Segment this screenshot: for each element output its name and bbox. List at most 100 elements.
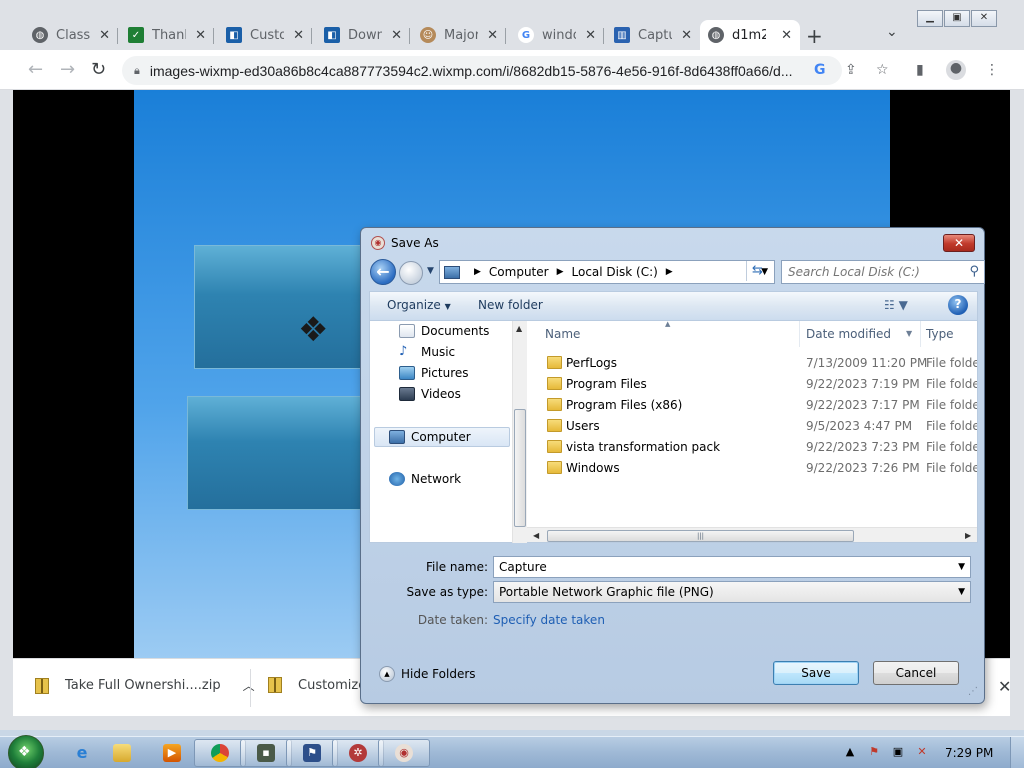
new-tab-plus-icon[interactable]: +	[806, 24, 823, 48]
nav-documents[interactable]: Documents	[399, 324, 489, 338]
taskbar-app-1[interactable]: ▪	[240, 739, 292, 767]
taskbar-media-player[interactable]: ▶	[146, 739, 198, 767]
save-button[interactable]: Save	[773, 661, 859, 685]
nav-scrollbar[interactable]: ▲	[512, 321, 527, 543]
breadcrumb-arrow-icon[interactable]: ▶	[557, 267, 564, 277]
change-view-icon[interactable]: ☷ ▼	[884, 298, 908, 312]
taskbar-app-2[interactable]: ⚑	[286, 739, 338, 767]
download-item-1[interactable]: Customizer	[268, 677, 372, 693]
tab-0[interactable]: ◍ Classic ✕	[24, 20, 118, 50]
url-text[interactable]: images-wixmp-ed30a86b8c4ca887773594c2.wi…	[150, 63, 810, 79]
tab-6[interactable]: ▥ Captu ✕	[606, 20, 700, 50]
volume-muted-icon[interactable]: ✕	[914, 745, 930, 759]
google-lens-icon[interactable]: G	[814, 62, 826, 78]
share-icon[interactable]: ⇪	[845, 62, 857, 78]
nav-scroll-thumb[interactable]	[514, 409, 526, 527]
tab-close-icon[interactable]: ✕	[681, 28, 692, 43]
file-row[interactable]: vista transformation pack 9/22/2023 7:23…	[527, 437, 977, 458]
tab-3[interactable]: ◧ Down ✕	[316, 20, 410, 50]
back-arrow-icon[interactable]: ←	[370, 259, 396, 285]
back-arrow-icon[interactable]: ←	[28, 59, 43, 80]
tab-close-icon[interactable]: ✕	[195, 28, 206, 43]
tab-close-icon[interactable]: ✕	[391, 28, 402, 43]
tab-close-icon[interactable]: ✕	[293, 28, 304, 43]
file-name-input[interactable]	[499, 560, 939, 574]
chevron-down-icon[interactable]: ▼	[958, 557, 965, 577]
address-bar[interactable]: 🔒︎ images-wixmp-ed30a86b8c4ca887773594c2…	[122, 56, 842, 85]
tab-2[interactable]: ◧ Custo ✕	[218, 20, 312, 50]
forward-arrow-icon[interactable]: →	[60, 59, 75, 80]
horizontal-scrollbar[interactable]: ◀ ||| ▶	[527, 527, 977, 542]
hide-folders-button[interactable]: ▲ Hide Folders	[379, 666, 476, 682]
column-header-date[interactable]: Date modified	[806, 327, 891, 341]
tab-close-icon[interactable]: ✕	[99, 28, 110, 43]
scroll-right-arrow-icon[interactable]: ▶	[965, 531, 971, 540]
download-item-0[interactable]: Take Full Ownershi....zip ︿	[35, 677, 255, 694]
file-row[interactable]: Windows 9/22/2023 7:26 PM File folder	[527, 458, 977, 479]
tab-4[interactable]: ☺ Major ✕	[412, 20, 506, 50]
file-row[interactable]: Users 9/5/2023 4:47 PM File folder	[527, 416, 977, 437]
breadcrumb-local-disk[interactable]: Local Disk (C:)	[572, 265, 658, 279]
taskbar-chrome[interactable]	[194, 739, 246, 767]
bookmark-star-icon[interactable]: ☆	[876, 62, 889, 78]
nav-pictures[interactable]: Pictures	[399, 366, 469, 380]
recent-locations-chevron-icon[interactable]: ▼	[427, 266, 434, 276]
organize-button[interactable]: Organize ▼	[387, 298, 451, 312]
dialog-close-button[interactable]: ✕	[943, 234, 975, 252]
nav-videos[interactable]: Videos	[399, 387, 461, 401]
file-name-field[interactable]: ▼	[493, 556, 971, 578]
tab-search-chevron-icon[interactable]: ⌄	[886, 24, 898, 40]
scroll-left-arrow-icon[interactable]: ◀	[533, 531, 539, 540]
network-tray-icon[interactable]: ▣	[890, 745, 906, 759]
side-panel-icon[interactable]: ▮	[916, 62, 924, 78]
breadcrumb-computer[interactable]: Computer	[489, 265, 549, 279]
nav-network[interactable]: Network	[389, 472, 461, 486]
reload-icon[interactable]: ↻	[91, 59, 106, 80]
search-box[interactable]: ⚲	[781, 260, 985, 284]
chevron-up-icon[interactable]: ︿	[243, 677, 255, 694]
menu-dots-icon[interactable]: ⋮	[985, 62, 999, 78]
file-row[interactable]: PerfLogs 7/13/2009 11:20 PM File folder	[527, 353, 977, 374]
breadcrumb-arrow-icon[interactable]: ▶	[666, 267, 673, 277]
taskbar-app-3[interactable]: ✲	[332, 739, 384, 767]
taskbar-explorer[interactable]	[96, 739, 148, 767]
file-row[interactable]: Program Files 9/22/2023 7:19 PM File fol…	[527, 374, 977, 395]
action-center-flag-icon[interactable]: ⚑	[866, 745, 882, 759]
cancel-button[interactable]: Cancel	[873, 661, 959, 685]
help-icon[interactable]: ?	[948, 295, 968, 315]
tab-close-icon[interactable]: ✕	[487, 28, 498, 43]
nav-music[interactable]: ♪ Music	[399, 345, 455, 360]
forward-arrow-icon[interactable]	[399, 261, 423, 285]
chevron-down-icon[interactable]: ▼	[958, 582, 965, 602]
file-row[interactable]: Program Files (x86) 9/22/2023 7:17 PM Fi…	[527, 395, 977, 416]
show-desktop-button[interactable]	[1010, 737, 1024, 768]
specify-date-link[interactable]: Specify date taken	[493, 613, 605, 627]
start-button[interactable]: ❖	[8, 735, 44, 768]
column-dropdown-chevron-icon[interactable]: ▼	[906, 329, 912, 338]
save-type-select[interactable]: Portable Network Graphic file (PNG) ▼	[493, 581, 971, 603]
column-header-type[interactable]: Type	[926, 327, 954, 341]
breadcrumb[interactable]: ▶ Computer ▶ Local Disk (C:) ▶ ▼	[439, 260, 775, 284]
scroll-up-arrow-icon[interactable]: ▲	[516, 324, 522, 333]
column-header-name[interactable]: Name	[545, 327, 580, 341]
tab-7-active[interactable]: ◍ d1m2 ✕	[700, 20, 800, 50]
close-downloads-icon[interactable]: ✕	[998, 677, 1011, 696]
profile-avatar-icon[interactable]: ●	[946, 60, 966, 80]
show-hidden-icons-icon[interactable]: ▲	[842, 745, 858, 759]
tab-close-icon[interactable]: ✕	[585, 28, 596, 43]
close-window-icon[interactable]: ✕	[971, 10, 997, 27]
tab-1[interactable]: ✓ Thank ✕	[120, 20, 214, 50]
nav-computer[interactable]: Computer	[389, 430, 471, 444]
search-input[interactable]	[788, 262, 958, 282]
maximize-icon[interactable]: ▣	[944, 10, 970, 27]
tab-close-icon[interactable]: ✕	[781, 28, 792, 43]
clock[interactable]: 7:29 PM	[945, 746, 993, 760]
horizontal-scroll-thumb[interactable]: |||	[547, 530, 854, 542]
resize-grip-icon[interactable]: ⋰	[968, 686, 978, 697]
minimize-icon[interactable]: ▁	[917, 10, 943, 27]
taskbar-capture[interactable]: ◉	[378, 739, 430, 767]
breadcrumb-arrow-icon[interactable]: ▶	[474, 267, 481, 277]
refresh-icon[interactable]: ⇆	[746, 261, 768, 281]
tab-5[interactable]: G windo ✕	[510, 20, 604, 50]
new-folder-button[interactable]: New folder	[478, 298, 543, 312]
